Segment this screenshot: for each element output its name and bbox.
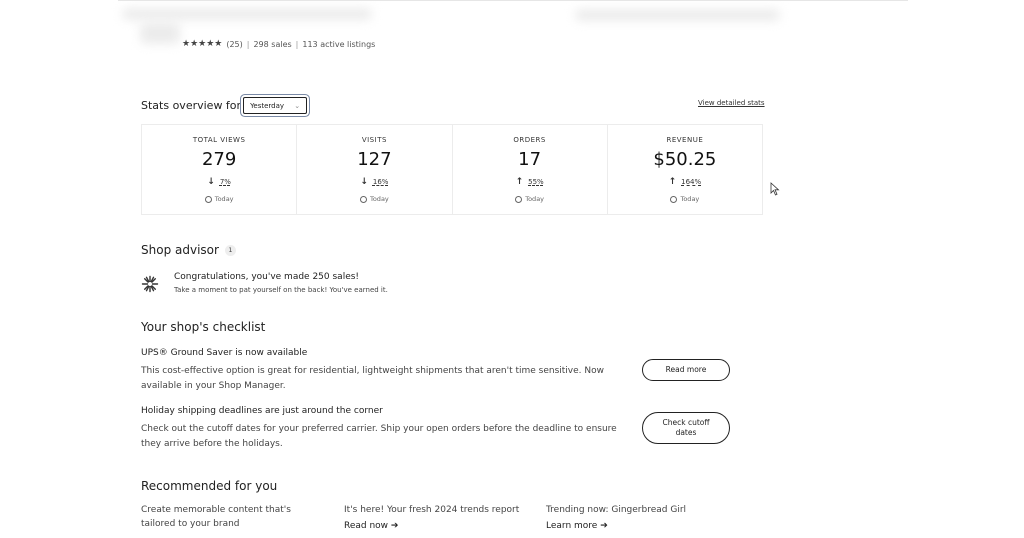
advisor-headline: Congratulations, you've made 250 sales! [174,272,360,282]
stat-period-label: Today [525,195,545,203]
stat-period-label: Today [680,195,700,203]
stat-period: Today [297,195,451,203]
stat-value: $50.25 [653,149,717,170]
stat-period-label: Today [369,195,389,203]
clock-icon [670,195,678,203]
advisor-subtext: Take a moment to pat yourself on the bac… [174,286,388,294]
arrow-down-icon: ↓ [360,177,368,187]
mouse-cursor-icon [770,182,780,196]
read-more-button[interactable]: Read more [642,359,730,381]
sales-count: 298 sales [253,39,292,49]
meta-separator: | [295,39,299,49]
stat-period-label: Today [214,195,234,203]
shop-meta: ★★★★★ (25) | 298 sales | 113 active list… [182,39,375,49]
recommended-title: Recommended for you [141,479,278,493]
stat-value: 127 [357,149,392,170]
checklist-item-desc: Check out the cutoff dates for your pref… [141,424,617,449]
stat-orders[interactable]: ORDERS 17 ↑ 55% Today [453,125,608,214]
stat-change-percent: 16% [372,178,389,186]
view-detailed-stats-link[interactable]: View detailed stats [698,99,765,107]
read-now-link[interactable]: Read now ➔ [344,521,398,531]
stat-change: ↓ 7% [142,177,296,187]
review-count[interactable]: (25) [226,40,242,49]
period-select-value: Yesterday [250,101,285,110]
recommendation-card[interactable]: Trending now: Gingerbread Girl [546,503,736,517]
blurred-shop-avatar [140,22,180,44]
arrow-up-icon: ↑ [515,177,524,187]
clock-icon [204,195,212,203]
checklist-title: Your shop's checklist [141,320,266,334]
learn-more-link[interactable]: Learn more ➔ [546,521,608,531]
stat-change-percent: 55% [528,178,544,186]
stats-panel: TOTAL VIEWS 279 ↓ 7% Today VISITS 127 ↓ … [141,124,763,215]
check-cutoff-dates-button[interactable]: Check cutoff dates [642,412,730,444]
advisor-count-badge: 1 [224,244,236,256]
stat-visits[interactable]: VISITS 127 ↓ 16% Today [297,125,453,214]
stat-period: Today [608,195,762,203]
arrow-up-icon: ↑ [668,177,677,187]
stat-period: Today [142,195,296,203]
checklist-item-title: UPS® Ground Saver is now available [141,348,308,358]
sparkle-burst-icon [141,275,159,293]
meta-separator: | [246,39,250,49]
period-select[interactable]: Yesterday ⌄ [243,97,308,114]
stat-value: 17 [518,149,542,170]
stat-value: 279 [201,149,237,170]
blurred-shop-name [122,8,372,20]
shop-advisor-title: Shop advisor [141,243,219,257]
stat-label: REVENUE [666,136,704,144]
clock-icon [515,195,523,203]
top-divider [118,0,908,1]
stat-period: Today [453,195,607,203]
recommendation-card[interactable]: Create memorable content that's tailored… [141,503,311,531]
stat-total-views[interactable]: TOTAL VIEWS 279 ↓ 7% Today [142,125,298,214]
clock-icon [359,195,367,203]
stat-change: ↑ 164% [608,177,762,187]
blurred-header-actions [575,9,780,21]
checklist-item-desc: This cost-effective option is great for … [141,366,604,391]
shop-advisor-header: Shop advisor 1 [141,243,236,257]
stats-overview-header: Stats overview for Yesterday ⌄ [141,97,308,114]
active-listings-count[interactable]: 113 active listings [302,40,375,49]
chevron-down-icon: ⌄ [294,101,301,110]
stat-label: TOTAL VIEWS [192,136,246,144]
stat-change-percent: 164% [681,178,702,186]
stat-label: VISITS [361,136,387,144]
stats-overview-title: Stats overview for [141,99,242,112]
stat-label: ORDERS [513,136,546,144]
stat-revenue[interactable]: REVENUE $50.25 ↑ 164% Today [608,125,762,214]
star-rating-icon: ★★★★★ [182,39,223,49]
arrow-down-icon: ↓ [207,177,215,187]
stat-change: ↑ 55% [453,177,607,187]
recommendation-card[interactable]: It's here! Your fresh 2024 trends report [344,503,534,517]
checklist-item-title: Holiday shipping deadlines are just arou… [141,406,383,416]
stat-change-percent: 7% [219,178,231,186]
stat-change: ↓ 16% [297,177,451,187]
